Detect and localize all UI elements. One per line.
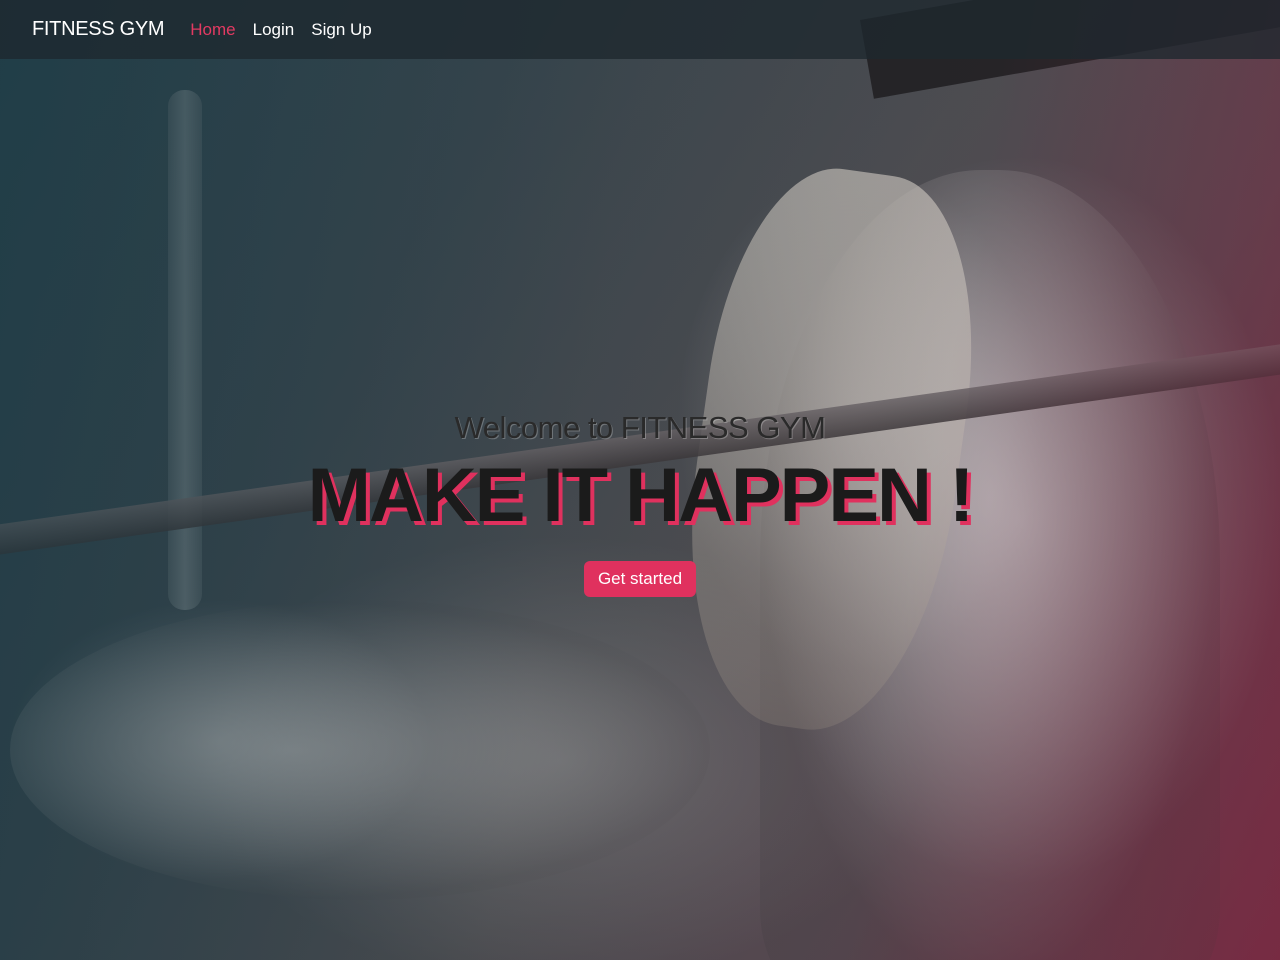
get-started-button[interactable]: Get started bbox=[583, 561, 697, 597]
hero-headline: MAKE IT HAPPEN ! bbox=[307, 453, 975, 538]
nav-link-login[interactable]: Login bbox=[253, 20, 295, 40]
hero-welcome-text: Welcome to FITNESS GYM bbox=[454, 410, 826, 445]
nav-link-signup[interactable]: Sign Up bbox=[311, 20, 371, 40]
hero-section: Welcome to FITNESS GYM MAKE IT HAPPEN ! … bbox=[0, 410, 1280, 597]
page: FITNESS GYM Home Login Sign Up Welcome t… bbox=[0, 0, 1280, 960]
navbar: FITNESS GYM Home Login Sign Up bbox=[0, 0, 1280, 59]
nav-link-home[interactable]: Home bbox=[190, 20, 235, 40]
brand-logo-link[interactable]: FITNESS GYM bbox=[32, 18, 165, 41]
